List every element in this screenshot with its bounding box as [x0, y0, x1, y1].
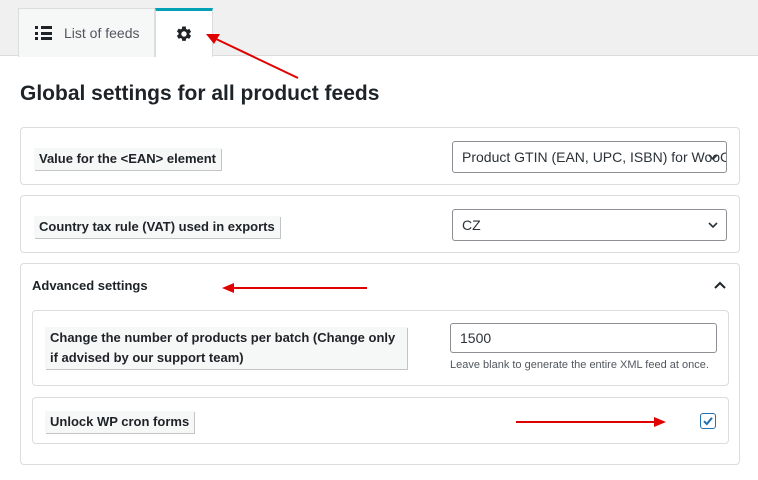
wp-cron-setting: Unlock WP cron forms	[32, 397, 729, 444]
batch-size-input[interactable]: 1500	[450, 323, 717, 353]
gear-icon	[176, 26, 192, 41]
batch-size-label: Change the number of products per batch …	[45, 327, 407, 369]
ean-label: Value for the <EAN> element	[34, 148, 222, 170]
ean-selected-value: Product GTIN (EAN, UPC, ISBN) for WooCom…	[462, 149, 726, 165]
check-icon	[703, 417, 713, 426]
chevron-down-icon	[708, 154, 718, 161]
batch-size-setting: Change the number of products per batch …	[32, 310, 729, 386]
advanced-settings-panel: Advanced settings Change the number of p…	[20, 263, 740, 465]
vat-selected-value: CZ	[462, 217, 481, 233]
tab-settings[interactable]	[155, 8, 213, 57]
advanced-settings-heading: Advanced settings	[32, 278, 148, 293]
wp-cron-label: Unlock WP cron forms	[45, 411, 195, 433]
chevron-up-icon[interactable]	[713, 278, 727, 292]
tab-bar: List of feeds	[0, 0, 758, 57]
ean-setting-card: Value for the <EAN> element Product GTIN…	[20, 127, 740, 185]
wp-cron-checkbox[interactable]	[700, 413, 716, 429]
tab-list-label: List of feeds	[64, 25, 140, 41]
list-icon	[35, 26, 52, 40]
chevron-down-icon	[708, 222, 718, 229]
vat-label: Country tax rule (VAT) used in exports	[34, 216, 280, 238]
vat-select[interactable]: CZ	[452, 209, 727, 241]
ean-select[interactable]: Product GTIN (EAN, UPC, ISBN) for WooCom…	[452, 141, 727, 173]
tab-list-of-feeds[interactable]: List of feeds	[18, 8, 155, 57]
page-title: Global settings for all product feeds	[20, 82, 380, 105]
batch-size-hint: Leave blank to generate the entire XML f…	[450, 359, 709, 371]
vat-setting-card: Country tax rule (VAT) used in exports C…	[20, 195, 740, 253]
